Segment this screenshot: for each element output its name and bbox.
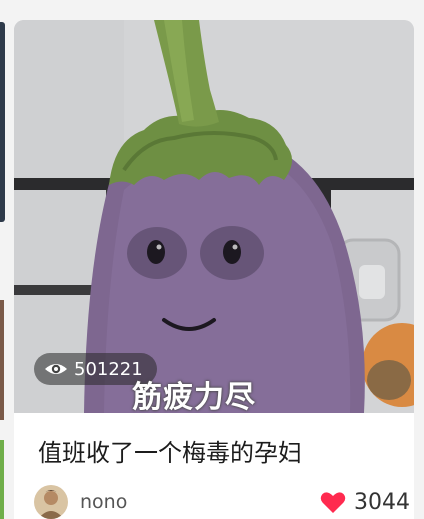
- note-title[interactable]: 值班收了一个梅毒的孕妇: [38, 433, 408, 468]
- neighbor-card-edge: [0, 22, 5, 222]
- note-card[interactable]: 501221 筋疲力尽 值班收了一个梅毒的孕妇 nono 3044: [14, 20, 414, 519]
- avatar[interactable]: [34, 485, 68, 519]
- heart-icon: [320, 491, 346, 513]
- cover-image[interactable]: 501221 筋疲力尽: [14, 20, 414, 413]
- eye-icon: [45, 364, 67, 374]
- neighbor-card-edge: [0, 300, 4, 420]
- card-footer: nono 3044: [34, 485, 410, 519]
- like-count: 3044: [354, 489, 410, 515]
- neighbor-card-edge: [0, 440, 4, 519]
- avatar-image: [34, 485, 68, 519]
- like-button[interactable]: 3044: [320, 490, 410, 515]
- author-name[interactable]: nono: [80, 491, 127, 513]
- image-caption-overlay: 筋疲力尽: [132, 380, 256, 413]
